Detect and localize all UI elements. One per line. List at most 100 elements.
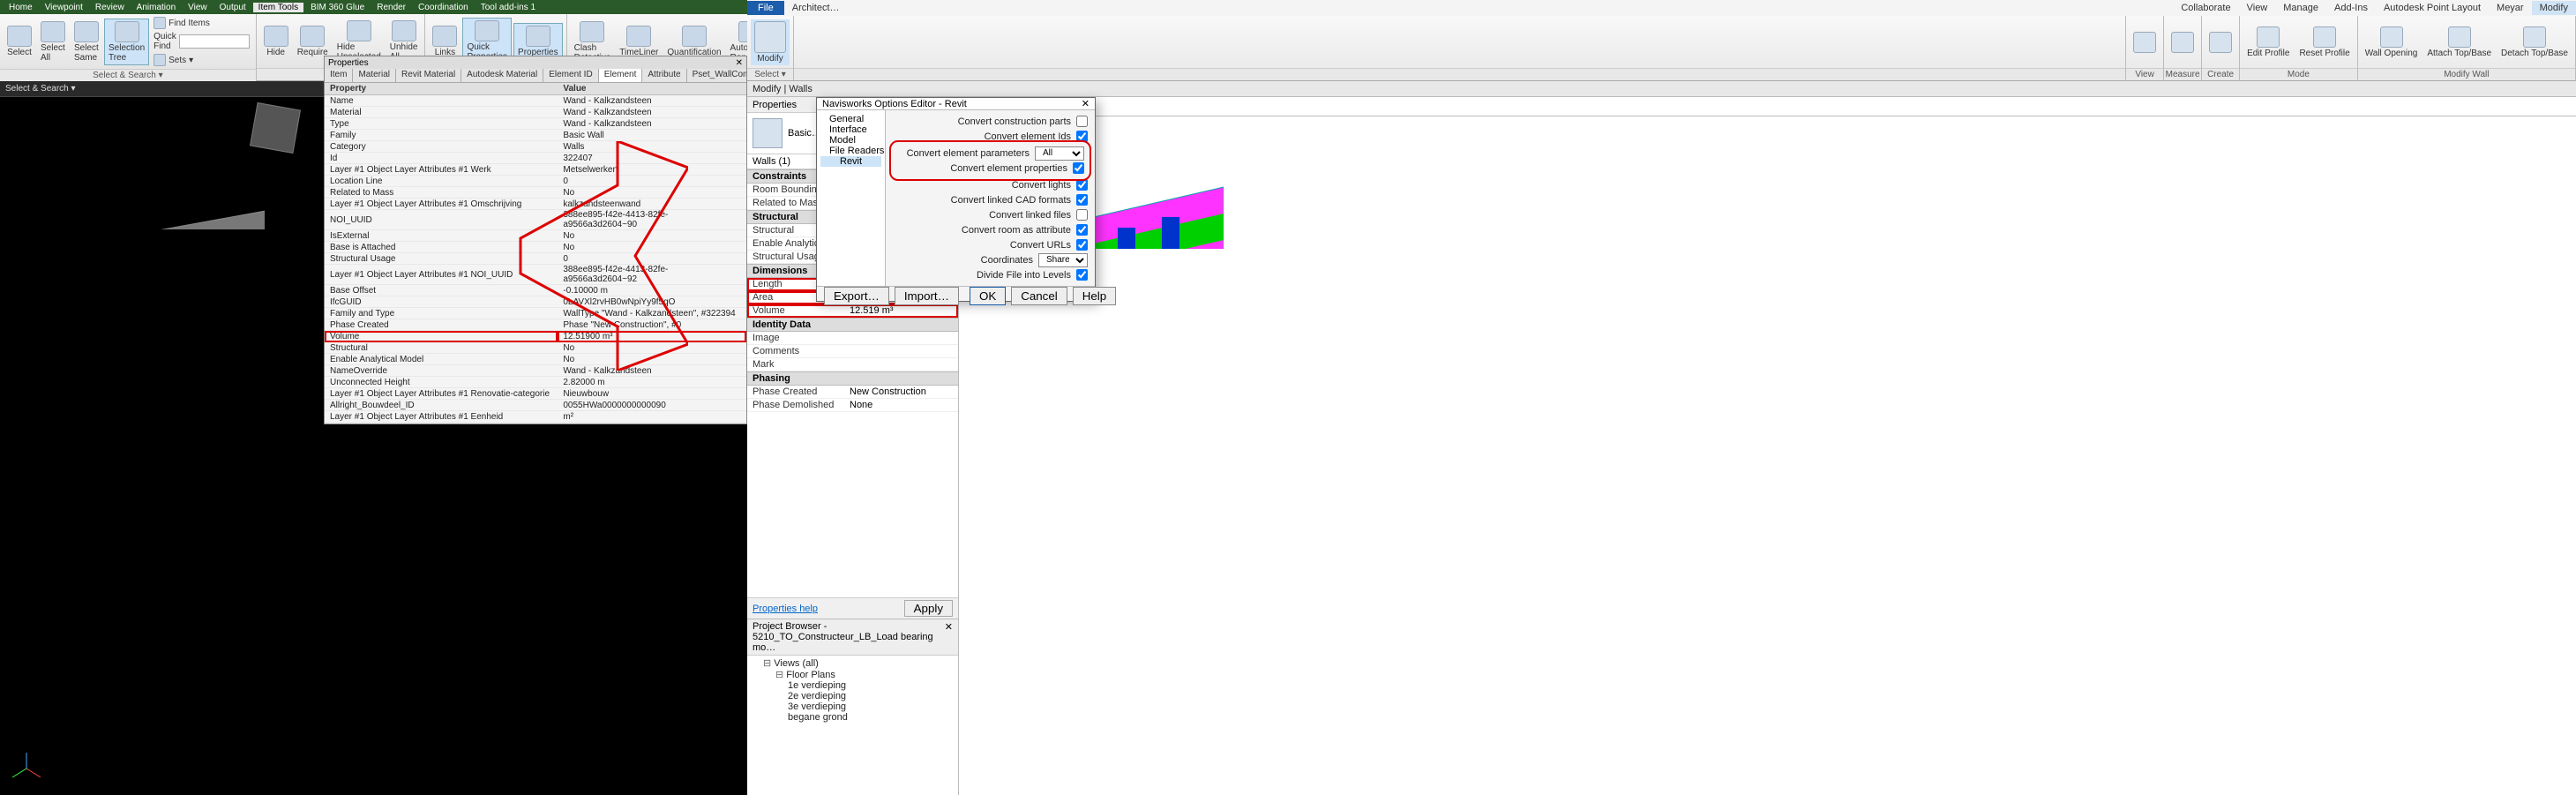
nw-prop-tab[interactable]: Revit Material (396, 69, 461, 82)
ok-button[interactable]: OK (970, 287, 1006, 305)
select-search-dropdown[interactable]: Select & Search (5, 84, 76, 94)
property-row[interactable]: Comments (747, 345, 958, 358)
property-row[interactable]: IsExternalNo (325, 230, 746, 242)
export-button[interactable]: Export… (824, 287, 889, 305)
option-checkbox[interactable] (1076, 209, 1088, 221)
property-row[interactable]: Volume12.519 m³ (747, 304, 958, 318)
nw-prop-tab[interactable]: Pset_WallCommon (687, 69, 746, 82)
options-tree-node[interactable]: General (820, 114, 881, 124)
property-row[interactable]: Layer #1 Object Layer Attributes #1 NOI_… (325, 265, 746, 285)
nw-menu-animation[interactable]: Animation (131, 3, 181, 12)
property-row[interactable]: Structural Usage0 (325, 253, 746, 265)
rv-menu-modify[interactable]: Modify (2532, 1, 2576, 15)
rv-menu-manage[interactable]: Manage (2275, 1, 2326, 15)
nw-prop-tab[interactable]: Element (599, 69, 643, 82)
select-button[interactable]: Select (4, 24, 35, 59)
property-value[interactable]: 12.519 m³ (844, 304, 958, 317)
attach-button[interactable]: Attach Top/Base (2423, 25, 2495, 60)
wall-opening-button[interactable]: Wall Opening (2362, 25, 2422, 60)
timeliner-button[interactable]: TimeLiner (616, 24, 662, 59)
nw-prop-tab[interactable]: Autodesk Material (461, 69, 543, 82)
property-row[interactable]: Location Line0 (325, 176, 746, 187)
option-combo[interactable]: All (1035, 146, 1084, 161)
close-icon[interactable]: ✕ (736, 58, 743, 68)
properties-button[interactable]: Properties (513, 23, 563, 60)
option-checkbox[interactable] (1076, 224, 1088, 236)
property-row[interactable]: Base Offset-0.10000 m (325, 285, 746, 296)
sets-button[interactable]: Sets▾ (151, 53, 252, 67)
property-value[interactable]: None (844, 399, 958, 411)
nw-menu-item-tools[interactable]: Item Tools (253, 3, 303, 12)
option-checkbox[interactable] (1076, 131, 1088, 142)
property-row[interactable]: Volume12.51900 m³ (325, 331, 746, 342)
properties-help-link[interactable]: Properties help (753, 604, 818, 614)
tree-item[interactable]: 2e verdieping (751, 691, 955, 701)
hide-button[interactable]: Hide (260, 24, 292, 59)
property-row[interactable]: MaterialWand - Kalkzandsteen (325, 107, 746, 118)
apply-button[interactable]: Apply (904, 600, 953, 617)
rv-menu-apl[interactable]: Autodesk Point Layout (2376, 1, 2489, 15)
import-button[interactable]: Import… (895, 287, 959, 305)
col-property[interactable]: Property (325, 83, 558, 95)
cancel-button[interactable]: Cancel (1011, 287, 1067, 305)
tree-floor-plans[interactable]: Floor Plans (751, 669, 955, 680)
close-icon[interactable]: ✕ (945, 621, 953, 653)
file-menu[interactable]: File (747, 1, 784, 15)
property-row[interactable]: Layer #1 Object Layer Attributes #1 Eenh… (325, 411, 746, 423)
property-row[interactable]: Base is AttachedNo (325, 242, 746, 253)
property-row[interactable]: Id322407 (325, 153, 746, 164)
property-row[interactable]: Mark (747, 358, 958, 371)
detach-button[interactable]: Detach Top/Base (2497, 25, 2572, 60)
project-browser-tree[interactable]: Views (all) Floor Plans 1e verdieping2e … (747, 656, 958, 724)
options-tree-node[interactable]: Interface (820, 124, 881, 135)
property-row[interactable]: Phase CreatedNew Construction (747, 386, 958, 399)
property-row[interactable]: Layer #1 Object Layer Attributes #1 Omsc… (325, 199, 746, 210)
option-checkbox[interactable] (1076, 116, 1088, 127)
property-category[interactable]: Phasing (747, 371, 958, 386)
property-row[interactable]: NameWand - Kalkzandsteen (325, 95, 746, 107)
property-value[interactable] (844, 332, 958, 344)
option-checkbox[interactable] (1076, 179, 1088, 191)
col-value[interactable]: Value (558, 83, 746, 95)
require-button[interactable]: Require (294, 24, 332, 59)
nw-menu-viewpoint[interactable]: Viewpoint (40, 3, 88, 12)
help-button[interactable]: Help (1073, 287, 1116, 305)
options-tree-node[interactable]: Model (820, 135, 881, 146)
property-row[interactable]: Related to MassNo (325, 187, 746, 199)
option-checkbox[interactable] (1076, 269, 1088, 281)
property-value[interactable] (844, 358, 958, 371)
options-tree[interactable]: GeneralInterfaceModelFile ReadersRevit (817, 110, 886, 286)
nw-prop-tab[interactable]: Material (353, 69, 396, 82)
edit-profile-button[interactable]: Edit Profile (2243, 25, 2293, 60)
reset-profile-button[interactable]: Reset Profile (2295, 25, 2353, 60)
property-row[interactable]: Enable Analytical ModelNo (325, 354, 746, 365)
nw-menu-render[interactable]: Render (371, 3, 411, 12)
options-tree-node[interactable]: Revit (820, 156, 881, 167)
quick-find-input[interactable] (179, 34, 250, 49)
tree-item[interactable]: begane grond (751, 712, 955, 723)
property-row[interactable]: Top is AttachedNo (325, 423, 746, 424)
property-row[interactable]: NOI_UUID388ee895-f42e-4413-82fe-a9566a3d… (325, 210, 746, 230)
nw-prop-tab[interactable]: Attribute (642, 69, 686, 82)
property-row[interactable]: Family and TypeWallType "Wand - Kalkzand… (325, 308, 746, 319)
nw-prop-tab[interactable]: Element ID (543, 69, 598, 82)
property-value[interactable] (844, 345, 958, 357)
tree-item[interactable]: 1e verdieping (751, 680, 955, 691)
rv-menu-addins[interactable]: Add-Ins (2326, 1, 2376, 15)
measure-button[interactable] (2168, 30, 2198, 55)
nw-menu-coord[interactable]: Coordination (413, 3, 474, 12)
create-button[interactable] (2205, 30, 2235, 55)
property-row[interactable]: Phase CreatedPhase "New Construction", #… (325, 319, 746, 331)
option-checkbox[interactable] (1076, 194, 1088, 206)
modify-button[interactable]: Modify (751, 19, 790, 65)
rv-3d-view[interactable] (959, 116, 2576, 795)
property-row[interactable]: CategoryWalls (325, 141, 746, 153)
nw-menu-addins[interactable]: Tool add-ins 1 (476, 3, 541, 12)
view-cube[interactable] (250, 102, 301, 154)
property-row[interactable]: Image (747, 332, 958, 345)
property-row[interactable]: StructuralNo (325, 342, 746, 354)
rv-menu-arch[interactable]: Architect… (784, 1, 848, 15)
rv-menu-view[interactable]: View (2239, 1, 2276, 15)
nw-menu-view[interactable]: View (183, 3, 213, 12)
nw-menu-review[interactable]: Review (90, 3, 130, 12)
